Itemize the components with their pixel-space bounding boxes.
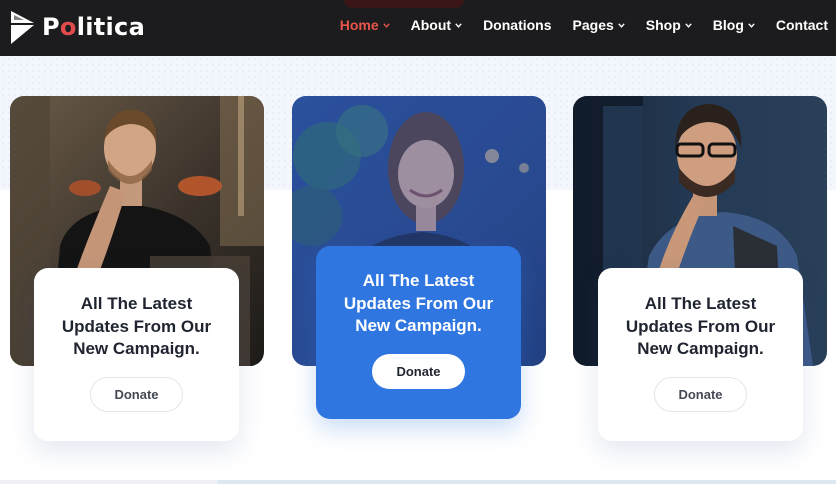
campaign-card: All The Latest Updates From Our New Camp… xyxy=(598,268,803,441)
chevron-down-icon xyxy=(382,22,390,28)
nav-item-shop[interactable]: Shop xyxy=(646,17,692,33)
donate-button[interactable]: Donate xyxy=(654,377,747,412)
nav-item-label: Donations xyxy=(483,17,552,33)
chevron-down-icon xyxy=(685,22,692,28)
chevron-down-icon xyxy=(748,22,755,28)
campaign-card-featured: All The Latest Updates From Our New Camp… xyxy=(316,246,521,419)
card-title: All The Latest Updates From Our New Camp… xyxy=(625,294,776,358)
chevron-down-icon xyxy=(618,22,625,28)
brand-name-part2: litica xyxy=(76,13,146,41)
campaign-card: All The Latest Updates From Our New Camp… xyxy=(34,268,239,441)
site-logo[interactable]: Politica xyxy=(10,7,145,47)
nav-item-home[interactable]: Home xyxy=(340,17,390,33)
nav-item-blog[interactable]: Blog xyxy=(713,17,755,33)
main-nav: Home About Donations Pages Shop Blog Con… xyxy=(340,0,828,50)
site-header: Politica Home About Donations Pages Shop… xyxy=(0,0,836,56)
politica-logo-icon xyxy=(11,11,34,44)
donate-button[interactable]: Donate xyxy=(90,377,183,412)
brand-name-part1: P xyxy=(42,13,60,41)
nav-item-pages[interactable]: Pages xyxy=(573,17,625,33)
nav-item-contact[interactable]: Contact xyxy=(776,17,828,33)
nav-item-about[interactable]: About xyxy=(411,17,462,33)
card-title: All The Latest Updates From Our New Camp… xyxy=(343,271,494,335)
nav-item-label: Home xyxy=(339,17,379,33)
donate-button[interactable]: Donate xyxy=(372,354,465,389)
nav-item-label: Contact xyxy=(775,17,828,33)
nav-item-label: Pages xyxy=(572,17,614,33)
nav-item-donations[interactable]: Donations xyxy=(483,17,551,33)
nav-item-label: Shop xyxy=(645,17,681,33)
chevron-down-icon xyxy=(455,22,462,28)
section-divider xyxy=(0,480,836,484)
card-title: All The Latest Updates From Our New Camp… xyxy=(61,294,212,358)
brand-name-accent: o xyxy=(59,13,77,41)
brand-name: Politica xyxy=(42,13,145,41)
nav-item-label: Blog xyxy=(712,17,744,33)
nav-item-label: About xyxy=(410,17,452,33)
